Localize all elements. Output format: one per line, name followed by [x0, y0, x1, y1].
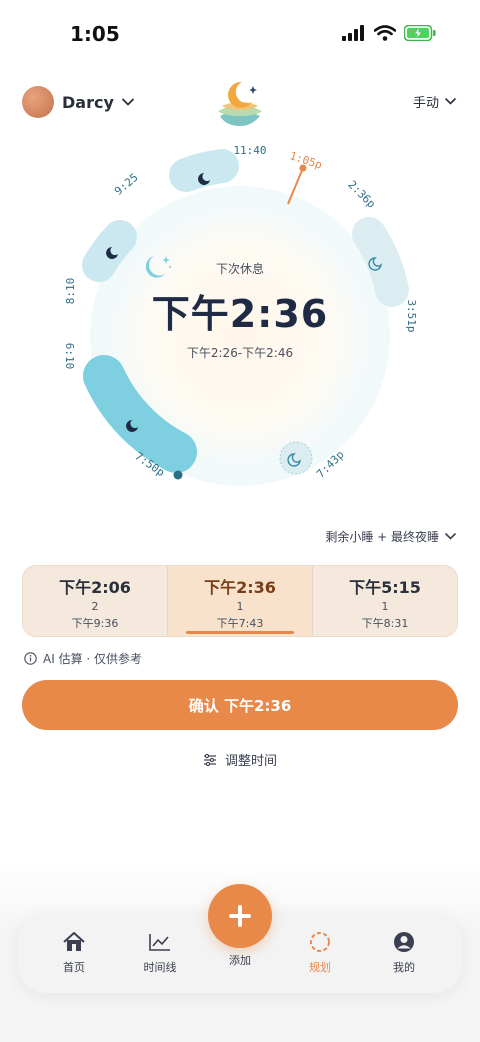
confirm-button[interactable]: 确认 下午2:36	[22, 680, 458, 730]
tab-label: 首页	[63, 961, 85, 974]
tab-label: 规划	[309, 961, 331, 974]
app-logo	[218, 81, 262, 126]
option-time: 下午5:15	[349, 578, 421, 597]
status-bar: 1:05	[0, 0, 480, 70]
tab-home[interactable]: 首页	[44, 929, 104, 975]
add-button[interactable]	[208, 884, 272, 948]
nap-block-1[interactable]	[169, 149, 239, 192]
tab-label: 我的	[393, 961, 415, 974]
option-count: 1	[236, 600, 244, 613]
tick-label: 6:10	[63, 343, 76, 370]
add-label: 添加	[229, 954, 251, 967]
profile-name: Darcy	[62, 92, 114, 112]
mode-dropdown[interactable]: 手动	[413, 92, 456, 111]
sleep-dial: 11:40 1:05p 2:36p 3:51p 7:43p 7:50p 6:10…	[0, 130, 480, 510]
option-bedtime: 下午9:36	[71, 617, 119, 630]
chevron-down-icon	[121, 98, 134, 106]
ai-disclaimer-text: AI 估算 · 仅供参考	[43, 652, 143, 666]
next-rest-panel: 下次休息 下午2:36 下午2:26-下午2:46	[140, 252, 340, 361]
option-bedtime: 下午7:43	[216, 617, 264, 630]
chart-icon	[149, 934, 170, 951]
battery-icon	[404, 25, 436, 41]
sliders-icon	[203, 753, 216, 766]
home-icon	[63, 932, 85, 951]
selected-indicator	[186, 631, 294, 634]
tab-plan[interactable]: 规划	[290, 929, 350, 975]
plan-icon	[310, 932, 330, 952]
tick-label: 8:10	[64, 278, 77, 305]
ai-disclaimer: AI 估算 · 仅供参考	[24, 650, 142, 667]
nap-option[interactable]: 下午5:15 1 下午8:31	[312, 566, 457, 636]
user-icon	[394, 932, 414, 952]
plan-scope-dropdown[interactable]: 剩余小睡 + 最终夜睡	[325, 528, 456, 545]
planned-nap[interactable]	[352, 217, 409, 307]
option-count: 2	[91, 600, 99, 613]
nap-option-selected[interactable]: 下午2:36 1 下午7:43	[167, 566, 312, 636]
wifi-icon	[374, 25, 396, 41]
tick-label: 9:25	[112, 171, 141, 198]
option-bedtime: 下午8:31	[361, 617, 409, 630]
tick-label: 2:36p	[345, 178, 378, 211]
chevron-down-icon	[445, 533, 456, 540]
next-rest-range: 下午2:26-下午2:46	[186, 346, 294, 360]
profile-switcher[interactable]: Darcy	[22, 86, 134, 118]
avatar	[22, 86, 54, 118]
signal-icon	[342, 25, 364, 41]
tick-label: 11:40	[233, 144, 266, 157]
info-icon	[24, 652, 37, 665]
option-count: 1	[381, 600, 389, 613]
chevron-down-icon	[445, 98, 456, 105]
tick-label: 3:51p	[405, 299, 418, 332]
status-time: 1:05	[70, 22, 120, 46]
header: Darcy 手动	[0, 78, 480, 128]
plus-icon	[229, 905, 251, 927]
nap-option[interactable]: 下午2:06 2 下午9:36	[23, 566, 167, 636]
option-time: 下午2:36	[204, 578, 276, 597]
planned-bedtime[interactable]	[279, 441, 313, 475]
adjust-time-button[interactable]: 调整时间	[0, 750, 480, 769]
tab-timeline[interactable]: 时间线	[130, 929, 190, 975]
option-time: 下午2:06	[59, 578, 131, 597]
moon-stars-icon	[145, 256, 172, 278]
nap-options: 下午2:06 2 下午9:36 下午2:36 1 下午7:43 下午5:15 1…	[22, 565, 458, 637]
tab-profile[interactable]: 我的	[374, 929, 434, 975]
next-rest-time: 下午2:36	[151, 292, 329, 336]
end-dot	[173, 470, 183, 480]
plan-scope-label: 剩余小睡 + 最终夜睡	[325, 530, 439, 544]
tab-label: 时间线	[143, 961, 177, 974]
status-icons	[342, 25, 436, 41]
mode-label: 手动	[412, 96, 439, 111]
adjust-time-label: 调整时间	[224, 754, 277, 769]
